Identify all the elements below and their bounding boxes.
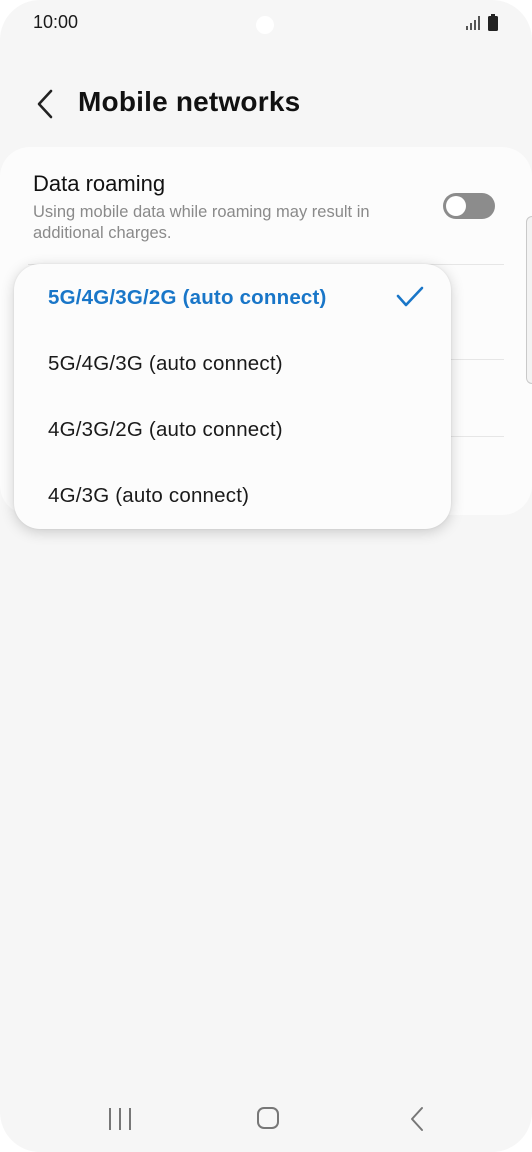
home-icon[interactable] bbox=[256, 1106, 280, 1130]
network-mode-popup: 5G/4G/3G/2G (auto connect) 5G/4G/3G (aut… bbox=[14, 264, 451, 529]
option-label: 5G/4G/3G/2G (auto connect) bbox=[48, 286, 327, 309]
status-time: 10:00 bbox=[33, 12, 79, 32]
network-option-4g-3g[interactable]: 4G/3G (auto connect) bbox=[14, 462, 451, 528]
recent-apps-icon[interactable] bbox=[106, 1106, 134, 1132]
edge-panel-handle[interactable] bbox=[526, 216, 532, 384]
camera-cutout bbox=[256, 16, 274, 34]
back-button[interactable] bbox=[30, 86, 60, 122]
battery-icon bbox=[488, 14, 498, 31]
page-title: Mobile networks bbox=[78, 86, 301, 117]
chevron-left-icon bbox=[37, 89, 53, 119]
network-option-4g-3g-2g[interactable]: 4G/3G/2G (auto connect) bbox=[14, 396, 451, 462]
toggle-knob bbox=[446, 196, 466, 216]
option-label: 4G/3G (auto connect) bbox=[48, 484, 250, 507]
network-option-5g-4g-3g[interactable]: 5G/4G/3G (auto connect) bbox=[14, 330, 451, 396]
network-option-5g-4g-3g-2g[interactable]: 5G/4G/3G/2G (auto connect) bbox=[14, 264, 451, 330]
option-label: 4G/3G/2G (auto connect) bbox=[48, 418, 283, 441]
data-roaming-toggle[interactable] bbox=[443, 193, 495, 219]
back-icon[interactable] bbox=[406, 1106, 430, 1132]
data-roaming-title: Data roaming bbox=[33, 171, 166, 196]
phone-screen: 10:00 Mobile networks Data roaming Using… bbox=[0, 0, 532, 1152]
data-roaming-subtitle: Using mobile data while roaming may resu… bbox=[33, 203, 370, 242]
signal-icon bbox=[466, 16, 480, 30]
checkmark-icon bbox=[396, 286, 424, 307]
option-label: 5G/4G/3G (auto connect) bbox=[48, 352, 283, 375]
